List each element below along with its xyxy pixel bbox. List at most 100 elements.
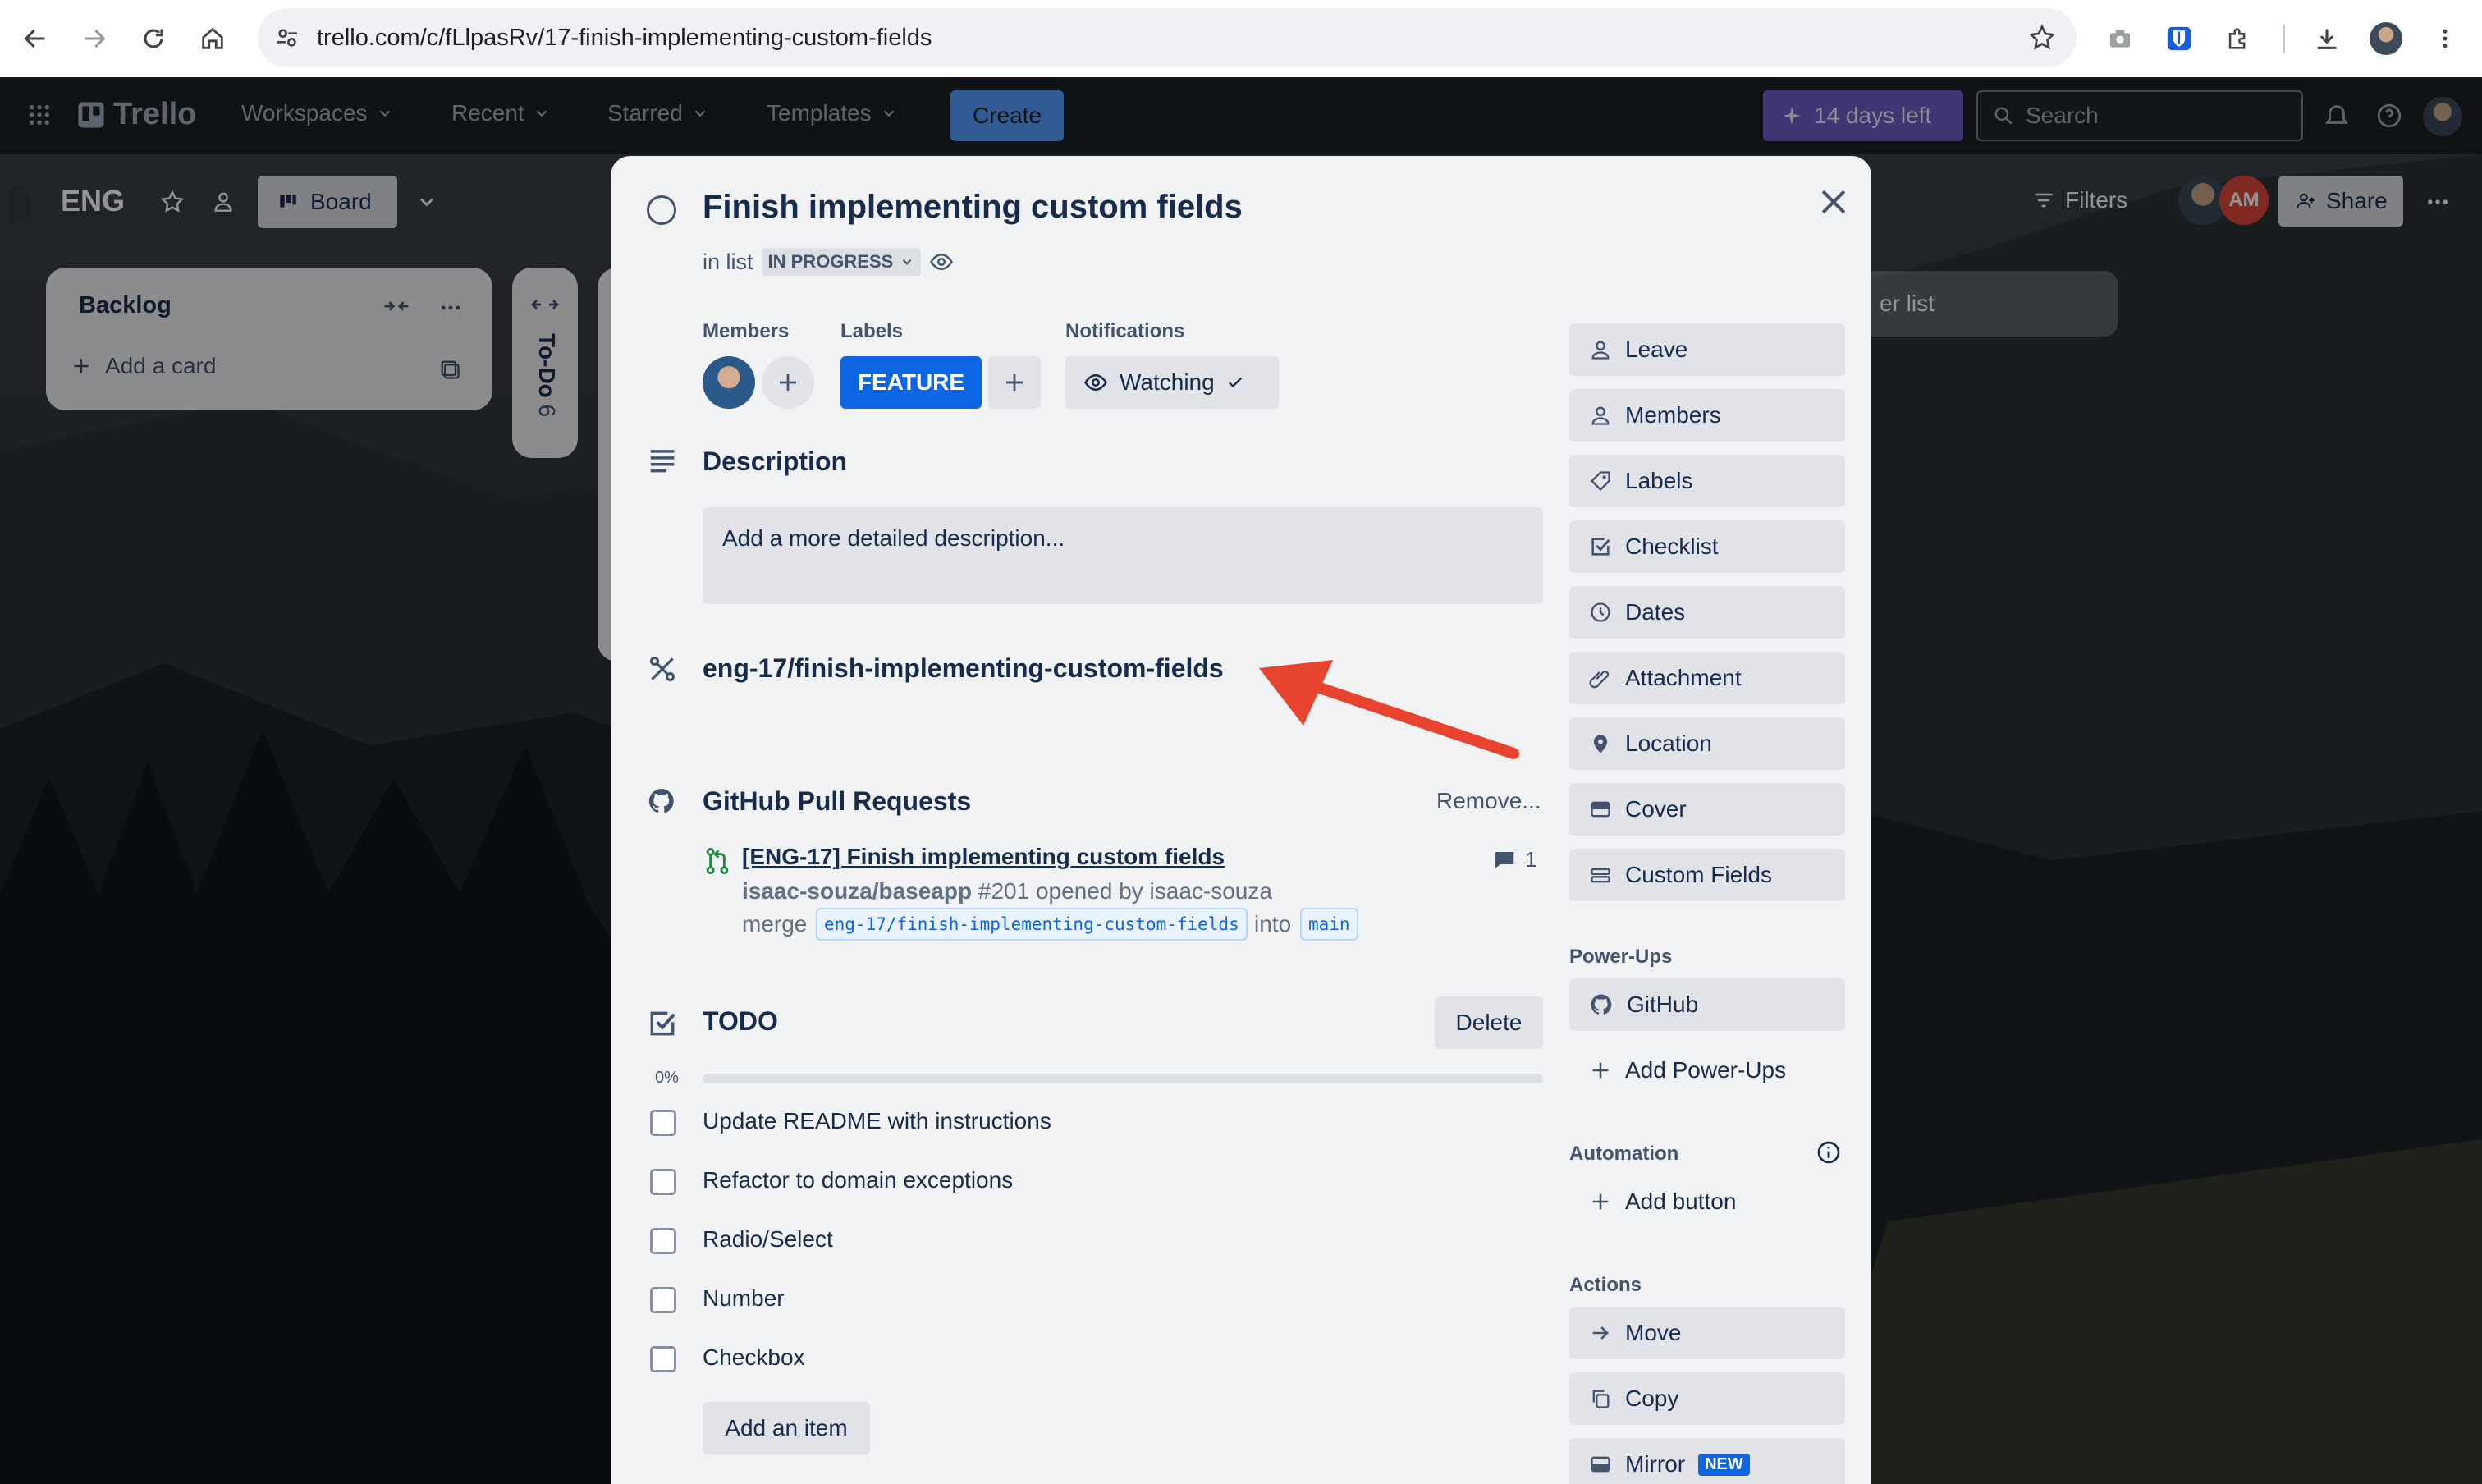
pr-merge-word: merge — [742, 911, 808, 937]
checklist-checkbox[interactable] — [650, 1287, 676, 1313]
bitwarden-icon[interactable] — [2160, 20, 2198, 57]
dates-button[interactable]: Dates — [1569, 586, 1845, 639]
actions-heading: Actions — [1569, 1274, 1642, 1296]
leave-button[interactable]: Leave — [1569, 323, 1845, 376]
description-input[interactable]: Add a more detailed description... — [703, 507, 1543, 604]
pr-comment-count: 1 — [1492, 847, 1536, 873]
annotation-arrow — [1251, 657, 1530, 788]
add-label-button[interactable] — [988, 356, 1041, 409]
back-icon[interactable] — [16, 20, 54, 57]
location-pin-icon — [1593, 735, 1608, 753]
extensions-icon[interactable] — [2219, 20, 2257, 57]
checklist-item-text[interactable]: Checkbox — [703, 1344, 805, 1371]
add-checklist-item-button[interactable]: Add an item — [703, 1402, 870, 1454]
description-heading: Description — [703, 447, 848, 476]
remove-github-link[interactable]: Remove... — [1436, 788, 1541, 814]
camera-icon[interactable] — [2101, 20, 2139, 57]
reload-icon[interactable] — [135, 20, 172, 57]
pr-head-branch: eng-17/finish-implementing-custom-fields — [816, 908, 1248, 941]
person-icon — [1591, 406, 1610, 425]
github-icon — [1591, 994, 1612, 1015]
info-icon[interactable] — [1816, 1139, 1842, 1166]
plus-icon — [1592, 1193, 1609, 1210]
checklist-progress-label: 0% — [655, 1069, 679, 1087]
add-member-button[interactable] — [762, 356, 814, 409]
custom-fields-button[interactable]: Custom Fields — [1569, 849, 1845, 901]
watching-eye-icon — [930, 253, 954, 271]
labels-heading: Labels — [840, 320, 904, 342]
pr-title-link[interactable]: [ENG-17] Finish implementing custom fiel… — [742, 844, 1225, 870]
person-icon — [1591, 341, 1610, 360]
checklist-item-text[interactable]: Number — [703, 1285, 785, 1312]
checklist-item-text[interactable]: Radio/Select — [703, 1226, 833, 1253]
branch-name[interactable]: eng-17/finish-implementing-custom-fields — [703, 653, 1224, 684]
github-prs-heading: GitHub Pull Requests — [703, 786, 972, 816]
checklist-checkbox[interactable] — [650, 1228, 676, 1254]
move-button[interactable]: Move — [1569, 1307, 1845, 1359]
add-automation-button[interactable]: Add button — [1569, 1175, 1845, 1228]
plus-icon — [1006, 374, 1023, 391]
in-list-row: in list IN PROGRESS — [703, 248, 954, 276]
mirror-icon — [1591, 1456, 1610, 1473]
plus-icon — [1592, 1062, 1609, 1079]
pr-repo: isaac-souza/baseapp — [742, 878, 973, 904]
card-detail-modal: Finish implementing custom fields in lis… — [611, 156, 1871, 1484]
paperclip-icon — [1589, 671, 1610, 689]
notifications-heading: Notifications — [1065, 320, 1185, 342]
copy-icon — [1592, 1390, 1610, 1408]
description-icon — [647, 445, 678, 476]
eye-icon — [1084, 373, 1107, 392]
in-list-label: in list — [703, 249, 753, 274]
checklist-item-text[interactable]: Update README with instructions — [703, 1108, 1051, 1134]
checklist-checkbox[interactable] — [650, 1169, 676, 1195]
automation-heading: Automation — [1569, 1143, 1679, 1165]
close-icon[interactable] — [1816, 184, 1852, 220]
delete-checklist-button[interactable]: Delete — [1435, 996, 1543, 1049]
card-cover-icon — [1591, 801, 1610, 818]
location-button[interactable]: Location — [1569, 717, 1845, 770]
address-bar[interactable]: trello.com/c/fLlpasRv/17-finish-implemen… — [258, 8, 2077, 67]
github-icon — [647, 786, 676, 816]
add-powerups-button[interactable]: Add Power-Ups — [1569, 1044, 1845, 1097]
toolbar-divider — [2283, 25, 2285, 53]
git-branch-icon — [647, 653, 678, 685]
bookmark-star-icon[interactable] — [2027, 23, 2057, 53]
browser-chrome: trello.com/c/fLlpasRv/17-finish-implemen… — [0, 0, 2482, 77]
mirror-button[interactable]: Mirror NEW — [1569, 1438, 1845, 1484]
label-tag-icon — [1590, 471, 1610, 492]
label-feature[interactable]: FEATURE — [840, 356, 982, 409]
github-powerup-button[interactable]: GitHub — [1569, 978, 1845, 1031]
browser-menu-icon[interactable] — [2426, 20, 2464, 57]
forward-icon[interactable] — [76, 20, 113, 57]
arrow-right-icon — [1592, 1326, 1609, 1340]
members-button[interactable]: Members — [1569, 389, 1845, 442]
pull-request-icon — [706, 847, 729, 875]
card-member-avatar[interactable] — [703, 356, 755, 409]
chevron-down-icon — [903, 259, 912, 265]
site-settings-icon[interactable] — [274, 25, 300, 51]
copy-button[interactable]: Copy — [1569, 1372, 1845, 1425]
download-icon[interactable] — [2308, 20, 2346, 57]
pr-into-word: into — [1254, 911, 1292, 937]
clock-icon — [1591, 602, 1610, 622]
mark-complete-circle[interactable] — [647, 195, 676, 225]
checklist-item-text[interactable]: Refactor to domain exceptions — [703, 1167, 1013, 1193]
card-title[interactable]: Finish implementing custom fields — [703, 189, 1243, 226]
new-badge: NEW — [1698, 1453, 1750, 1476]
members-heading: Members — [703, 320, 790, 342]
watching-button[interactable]: Watching — [1065, 356, 1279, 409]
checklist-checkbox[interactable] — [650, 1346, 676, 1372]
checklist-button[interactable]: Checklist — [1569, 520, 1845, 573]
labels-button[interactable]: Labels — [1569, 455, 1845, 507]
list-name-dropdown[interactable]: IN PROGRESS — [761, 248, 922, 276]
home-icon[interactable] — [194, 20, 231, 57]
checklist-icon — [647, 1008, 678, 1039]
profile-avatar[interactable] — [2367, 20, 2405, 57]
powerups-heading: Power-Ups — [1569, 946, 1673, 968]
attachment-button[interactable]: Attachment — [1569, 652, 1845, 704]
pr-opened-text: #201 opened by isaac-souza — [978, 878, 1272, 904]
checklist-checkbox[interactable] — [650, 1110, 676, 1136]
custom-fields-icon — [1591, 868, 1610, 883]
checklist-title[interactable]: TODO — [703, 1006, 778, 1037]
cover-button[interactable]: Cover — [1569, 783, 1845, 836]
